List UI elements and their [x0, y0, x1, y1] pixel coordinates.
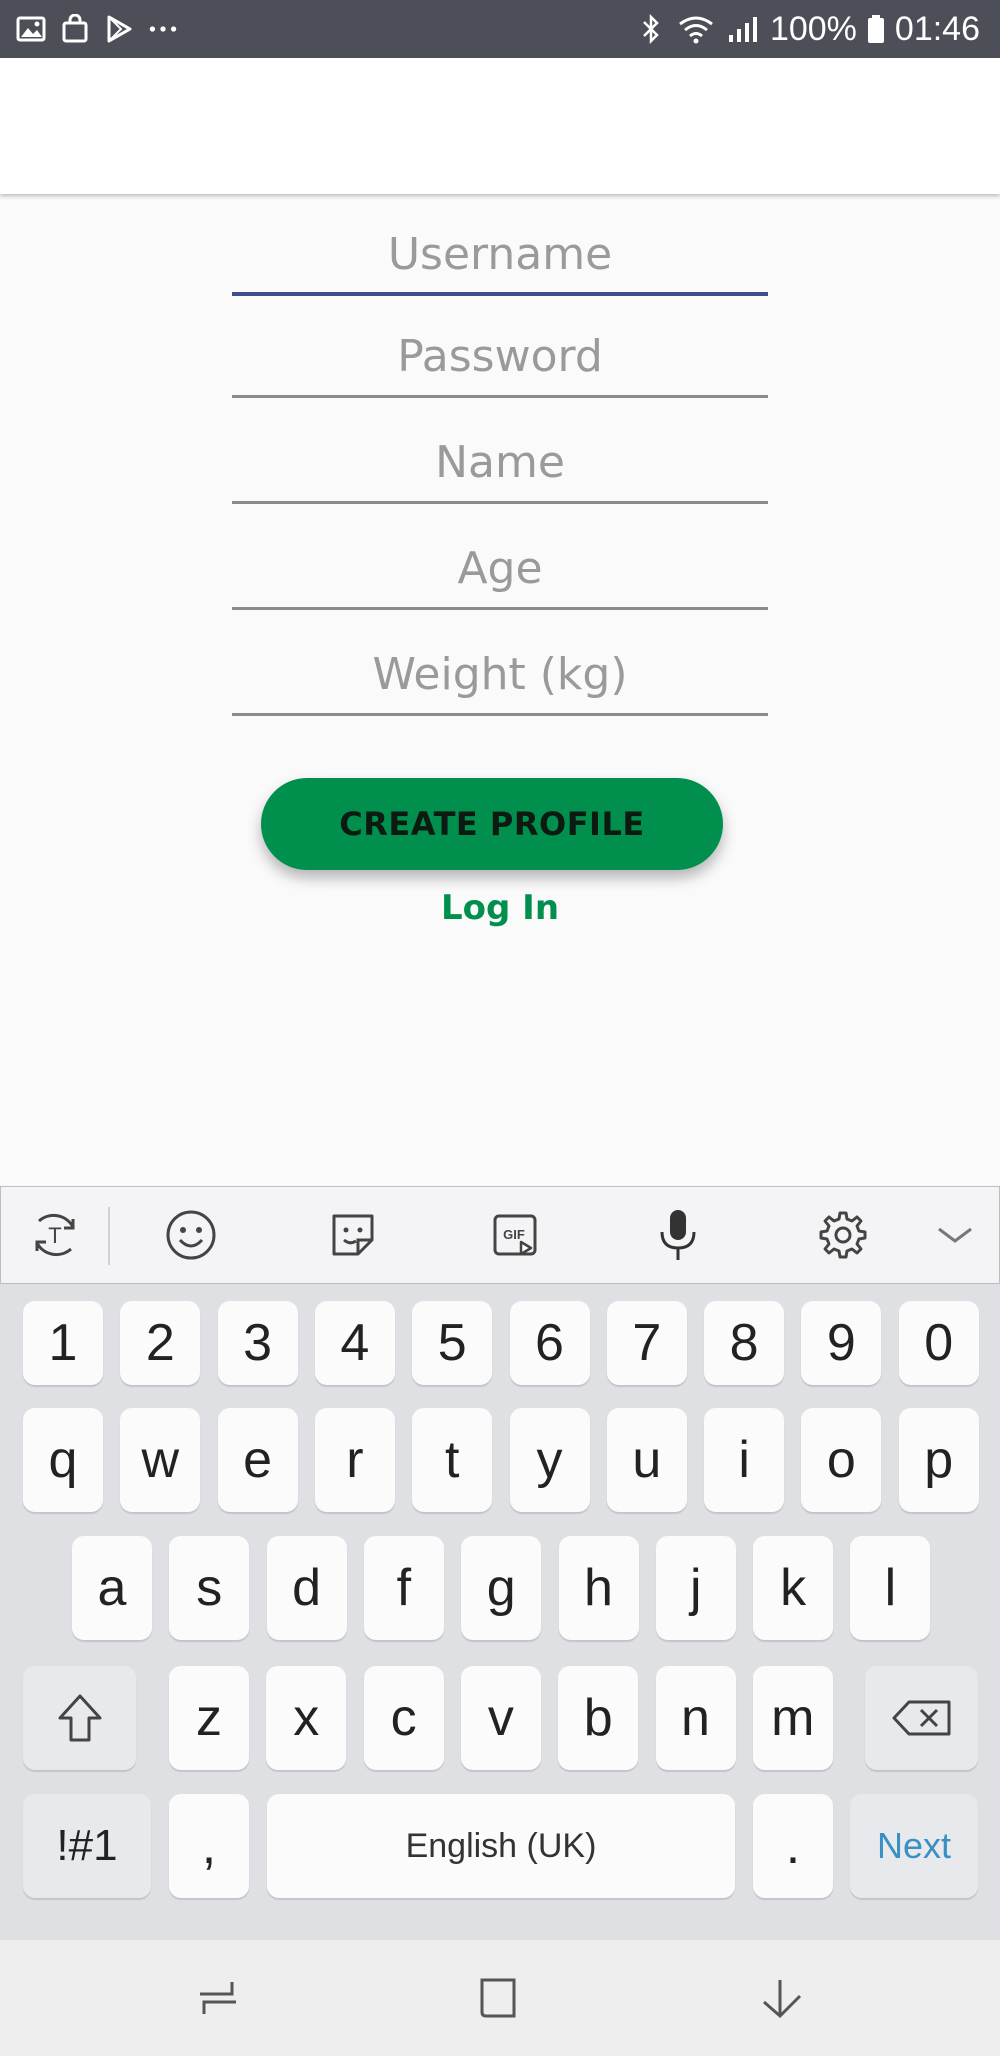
signal-icon	[726, 14, 760, 44]
password-input[interactable]	[232, 331, 768, 382]
symbols-key[interactable]: !#1	[23, 1794, 151, 1898]
wifi-icon	[676, 14, 716, 44]
backspace-icon	[892, 1700, 950, 1736]
settings-gear-icon[interactable]	[811, 1203, 875, 1267]
key-i[interactable]: i	[704, 1408, 785, 1512]
key-r[interactable]: r	[314, 1408, 395, 1512]
svg-text:GIF: GIF	[503, 1227, 525, 1242]
key-9[interactable]: 9	[801, 1301, 882, 1385]
svg-text:T: T	[48, 1223, 61, 1248]
key-0[interactable]: 0	[898, 1301, 979, 1385]
backspace-key[interactable]	[865, 1666, 978, 1770]
key-period[interactable]: .	[753, 1794, 833, 1898]
key-w[interactable]: w	[120, 1408, 201, 1512]
create-profile-button[interactable]: CREATE PROFILE	[261, 778, 723, 870]
key-2[interactable]: 2	[120, 1301, 201, 1385]
key-n[interactable]: n	[655, 1666, 736, 1770]
status-notification-icons	[16, 0, 178, 58]
name-field[interactable]	[232, 424, 768, 504]
key-z[interactable]: z	[169, 1666, 249, 1770]
key-l[interactable]: l	[850, 1536, 931, 1640]
more-dots-icon	[148, 14, 178, 44]
password-field[interactable]	[232, 318, 768, 398]
battery-percent: 100%	[769, 9, 857, 48]
status-system-icons: 100% 01:46	[636, 0, 980, 58]
username-input[interactable]	[232, 228, 768, 280]
clock: 01:46	[894, 9, 980, 48]
key-m[interactable]: m	[752, 1666, 833, 1770]
age-field[interactable]	[232, 530, 768, 610]
key-comma[interactable]: ,	[169, 1794, 249, 1898]
key-b[interactable]: b	[558, 1666, 639, 1770]
gif-icon[interactable]: GIF	[483, 1203, 547, 1267]
key-x[interactable]: x	[266, 1666, 347, 1770]
key-5[interactable]: 5	[412, 1301, 493, 1385]
weight-input[interactable]	[232, 649, 768, 700]
weight-field[interactable]	[232, 636, 768, 716]
key-d[interactable]: d	[266, 1536, 347, 1640]
log-in-link[interactable]: Log In	[0, 888, 1000, 928]
key-o[interactable]: o	[801, 1408, 882, 1512]
key-1[interactable]: 1	[23, 1301, 103, 1385]
collapse-chevron-icon[interactable]	[923, 1203, 987, 1267]
key-4[interactable]: 4	[314, 1301, 395, 1385]
image-icon	[16, 14, 46, 44]
key-a[interactable]: a	[72, 1536, 152, 1640]
battery-icon	[867, 14, 885, 44]
name-input[interactable]	[232, 437, 768, 488]
shift-icon	[58, 1694, 101, 1742]
age-input[interactable]	[232, 543, 768, 594]
key-6[interactable]: 6	[509, 1301, 590, 1385]
username-field[interactable]	[232, 216, 768, 296]
hide-keyboard-icon[interactable]	[752, 1970, 808, 2026]
space-bar[interactable]: English (UK)	[267, 1794, 735, 1898]
home-icon[interactable]	[470, 1970, 526, 2026]
toolbar-divider	[108, 1207, 110, 1265]
keyboard-toolbar: T GIF	[0, 1186, 1000, 1284]
recent-apps-icon[interactable]	[190, 1970, 246, 2026]
key-h[interactable]: h	[558, 1536, 639, 1640]
play-store-icon	[104, 14, 134, 44]
microphone-icon[interactable]	[646, 1203, 710, 1267]
key-u[interactable]: u	[606, 1408, 687, 1512]
sticker-icon[interactable]	[321, 1203, 385, 1267]
next-key[interactable]: Next	[850, 1794, 978, 1898]
key-v[interactable]: v	[460, 1666, 541, 1770]
emoji-icon[interactable]	[159, 1203, 223, 1267]
key-t[interactable]: t	[412, 1408, 493, 1512]
key-j[interactable]: j	[655, 1536, 736, 1640]
shift-key[interactable]	[23, 1666, 136, 1770]
key-g[interactable]: g	[461, 1536, 542, 1640]
text-translate-icon[interactable]: T	[23, 1203, 87, 1267]
app-bar	[0, 58, 1000, 194]
navigation-bar	[0, 1940, 1000, 2056]
key-7[interactable]: 7	[606, 1301, 687, 1385]
shopping-bag-icon	[60, 14, 90, 44]
key-f[interactable]: f	[363, 1536, 444, 1640]
key-8[interactable]: 8	[704, 1301, 785, 1385]
key-c[interactable]: c	[363, 1666, 444, 1770]
key-3[interactable]: 3	[217, 1301, 298, 1385]
status-bar: 100% 01:46	[0, 0, 1000, 58]
bluetooth-icon	[636, 14, 666, 44]
key-s[interactable]: s	[169, 1536, 250, 1640]
key-y[interactable]: y	[509, 1408, 590, 1512]
key-k[interactable]: k	[753, 1536, 834, 1640]
key-q[interactable]: q	[23, 1408, 103, 1512]
key-p[interactable]: p	[898, 1408, 979, 1512]
key-e[interactable]: e	[217, 1408, 298, 1512]
keyboard: 1 2 3 4 5 6 7 8 9 0 q w e r t y u i o p a s d f g h j k l z x c v b n m !#1,…	[0, 1284, 1000, 1940]
